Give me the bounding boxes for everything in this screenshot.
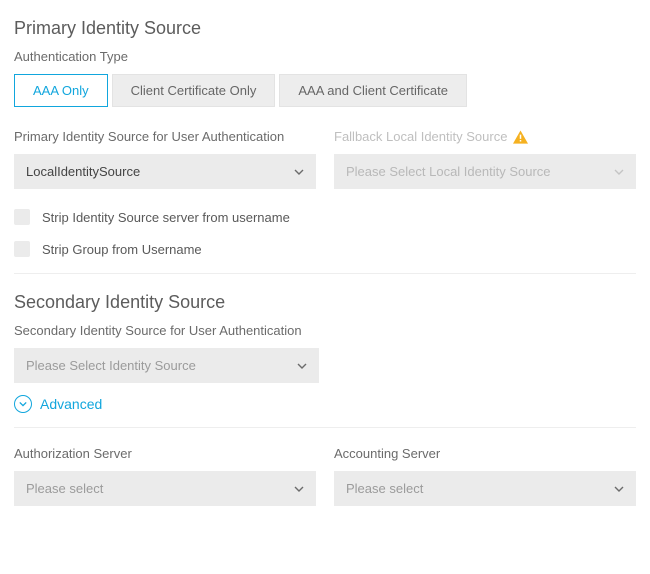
primary-source-label: Primary Identity Source for User Authent…: [14, 129, 316, 144]
auth-type-segmented: AAA Only Client Certificate Only AAA and…: [14, 74, 636, 107]
primary-identity-heading: Primary Identity Source: [14, 18, 636, 39]
strip-server-checkbox[interactable]: [14, 209, 30, 225]
chevron-down-icon: [614, 167, 624, 177]
chevron-down-icon: [294, 167, 304, 177]
strip-group-checkbox[interactable]: [14, 241, 30, 257]
fallback-source-select: Please Select Local Identity Source: [334, 154, 636, 189]
accounting-server-placeholder: Please select: [346, 481, 614, 496]
auth-type-option-client-cert-only[interactable]: Client Certificate Only: [112, 74, 276, 107]
strip-server-label: Strip Identity Source server from userna…: [42, 210, 290, 225]
divider: [14, 273, 636, 274]
authorization-server-label: Authorization Server: [14, 446, 316, 461]
authorization-server-select[interactable]: Please select: [14, 471, 316, 506]
auth-type-option-aaa-and-client-cert[interactable]: AAA and Client Certificate: [279, 74, 467, 107]
chevron-down-icon: [297, 361, 307, 371]
warning-icon: [513, 130, 528, 144]
accounting-server-label: Accounting Server: [334, 446, 636, 461]
chevron-down-icon: [614, 484, 624, 494]
secondary-source-placeholder: Please Select Identity Source: [26, 358, 297, 373]
chevron-down-circle-icon: [14, 395, 32, 413]
accounting-server-select[interactable]: Please select: [334, 471, 636, 506]
advanced-toggle[interactable]: Advanced: [14, 395, 636, 413]
divider: [14, 427, 636, 428]
secondary-source-select[interactable]: Please Select Identity Source: [14, 348, 319, 383]
fallback-source-label: Fallback Local Identity Source: [334, 129, 507, 144]
auth-type-option-aaa-only[interactable]: AAA Only: [14, 74, 108, 107]
primary-source-value: LocalIdentitySource: [26, 164, 294, 179]
secondary-source-label: Secondary Identity Source for User Authe…: [14, 323, 636, 338]
secondary-identity-heading: Secondary Identity Source: [14, 292, 636, 313]
primary-source-select[interactable]: LocalIdentitySource: [14, 154, 316, 189]
auth-type-label: Authentication Type: [14, 49, 636, 64]
chevron-down-icon: [294, 484, 304, 494]
fallback-source-placeholder: Please Select Local Identity Source: [346, 164, 614, 179]
strip-group-label: Strip Group from Username: [42, 242, 202, 257]
advanced-label: Advanced: [40, 396, 102, 412]
authorization-server-placeholder: Please select: [26, 481, 294, 496]
